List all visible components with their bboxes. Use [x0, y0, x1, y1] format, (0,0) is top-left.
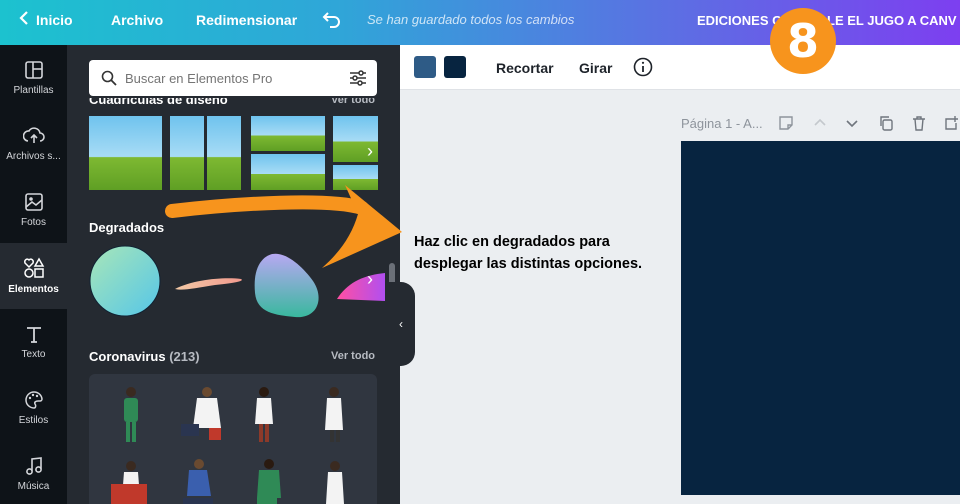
duplicate-icon[interactable] — [878, 115, 894, 136]
music-icon — [25, 457, 42, 475]
gradient-shapes[interactable] — [85, 243, 385, 321]
editor-toolbar — [400, 45, 960, 90]
grids-see-all[interactable]: Ver todo — [331, 98, 375, 106]
grid-thumbnail[interactable] — [170, 116, 204, 190]
home-label: Inicio — [36, 11, 73, 28]
rotate-button[interactable]: Girar — [579, 60, 612, 76]
coronavirus-section-title: Coronavirus (213) — [89, 349, 200, 364]
trash-icon[interactable] — [911, 115, 927, 136]
gradients-section-title[interactable]: Degradados — [89, 220, 164, 235]
search-icon — [101, 70, 117, 86]
rail-label: Plantillas — [13, 85, 54, 96]
grid-thumbnail[interactable] — [333, 165, 378, 190]
coronavirus-illustrations — [89, 374, 377, 504]
design-canvas[interactable] — [681, 141, 960, 495]
photo-icon — [24, 193, 43, 211]
rail-item-estilos[interactable]: Estilos — [0, 375, 67, 441]
doctor-illustration[interactable] — [183, 459, 213, 504]
chevron-right-icon[interactable]: › — [367, 141, 373, 162]
color-swatch[interactable] — [444, 56, 466, 78]
rail-item-texto[interactable]: Texto — [0, 309, 67, 375]
rail-label: Fotos — [20, 217, 46, 228]
note-icon[interactable] — [778, 115, 794, 136]
collapse-panel-button[interactable]: ‹ — [387, 282, 415, 366]
doctor-illustration[interactable] — [326, 461, 344, 504]
step-badge: 8 — [770, 8, 836, 74]
info-icon[interactable] — [633, 57, 653, 82]
grid-thumbnail[interactable] — [251, 116, 325, 151]
rail-label: Música — [17, 481, 50, 492]
upload-icon — [22, 127, 45, 143]
text-icon — [26, 327, 41, 343]
grids-section-title: Cuadrículas de diseño — [89, 98, 228, 107]
chevron-down-icon[interactable] — [844, 115, 860, 136]
chevron-up-icon[interactable] — [812, 115, 828, 136]
doctor-illustration[interactable] — [124, 387, 138, 442]
grid-thumbnail[interactable] — [207, 116, 241, 190]
page-label[interactable]: Página 1 - A... — [681, 116, 763, 131]
rail-item-archivos[interactable]: Archivos s... — [0, 111, 67, 177]
coronavirus-see-all[interactable]: Ver todo — [331, 350, 375, 362]
palette-icon — [24, 391, 43, 409]
add-page-icon[interactable] — [944, 115, 960, 136]
rail-label: Elementos — [8, 284, 59, 295]
doctor-illustration[interactable] — [255, 387, 273, 442]
resize-menu[interactable]: Redimensionar — [196, 12, 297, 28]
doctor-illustration[interactable] — [325, 387, 343, 442]
rail-label: Estilos — [18, 415, 49, 426]
rail-label: Texto — [21, 349, 46, 360]
crop-button[interactable]: Recortar — [496, 60, 554, 76]
doctor-illustration[interactable] — [111, 461, 147, 504]
doctor-illustration[interactable] — [257, 459, 281, 504]
color-swatch[interactable] — [414, 56, 436, 78]
filter-icon[interactable] — [349, 69, 367, 92]
layout-icon — [24, 61, 43, 79]
undo-icon[interactable] — [322, 10, 342, 31]
doctor-illustration[interactable] — [181, 387, 221, 440]
shapes-icon — [23, 257, 44, 278]
file-menu[interactable]: Archivo — [111, 12, 163, 28]
chevron-left-icon: ‹ — [399, 317, 403, 331]
annotation-text: Haz clic en degradados para desplegar la… — [414, 234, 643, 272]
rail-item-elementos[interactable]: Elementos — [0, 243, 67, 309]
rail-item-fotos[interactable]: Fotos — [0, 177, 67, 243]
elements-panel: Cuadrículas de diseño Ver todo › Degrada… — [67, 45, 400, 504]
left-rail: Plantillas Archivos s... Fotos Elementos… — [0, 45, 67, 504]
rail-item-plantillas[interactable]: Plantillas — [0, 45, 67, 111]
search-input[interactable] — [125, 70, 345, 86]
grid-thumbnail[interactable] — [89, 116, 162, 190]
grid-thumbnail[interactable] — [251, 154, 325, 190]
search-bar[interactable] — [89, 60, 377, 96]
home-link[interactable]: Inicio — [18, 10, 73, 29]
chevron-left-icon — [18, 10, 30, 29]
chevron-right-icon[interactable]: › — [367, 269, 373, 290]
rail-item-musica[interactable]: Música — [0, 441, 67, 504]
rail-label: Archivos s... — [6, 151, 61, 162]
saved-status: Se han guardado todos los cambios — [367, 12, 575, 27]
